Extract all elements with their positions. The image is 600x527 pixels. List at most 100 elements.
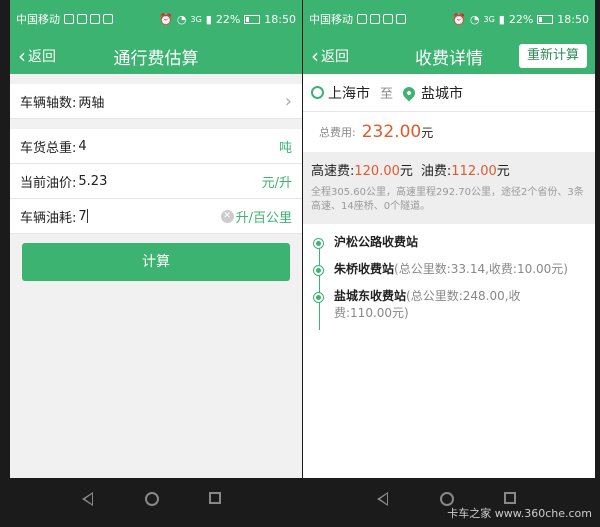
back-triangle-icon[interactable] bbox=[82, 492, 93, 506]
form-area: 车辆轴数: 两轴 › 车货总重: 4 吨 当前油价: 5.23 元/升 车辆油耗… bbox=[10, 74, 302, 478]
notification-icon bbox=[396, 14, 406, 24]
alarm-icon: ⏰ bbox=[159, 12, 173, 26]
page-title: 通行费估算 bbox=[113, 48, 199, 69]
total-weight-label: 车货总重: bbox=[20, 140, 77, 156]
station-name: 朱桥收费站 bbox=[334, 262, 395, 276]
route-description: 全程305.60公里，高速里程292.70公里，途径2个省份、3条高速、14座桥… bbox=[311, 187, 584, 212]
signal-icon: ▮ bbox=[205, 12, 212, 26]
recents-square-icon[interactable] bbox=[504, 492, 516, 504]
back-triangle-icon[interactable] bbox=[377, 492, 388, 506]
total-fee-label: 总费用: bbox=[319, 126, 356, 139]
route-to-word: 至 bbox=[380, 87, 394, 102]
page-title: 收费详情 bbox=[415, 48, 483, 69]
wifi-icon: ◔ bbox=[469, 12, 480, 26]
fuel-consumption-label: 车辆油耗: bbox=[20, 210, 77, 226]
total-fee-amount: 232.00 bbox=[361, 122, 422, 142]
android-navigation-bar: 卡车之家 www.360che.com bbox=[0, 478, 600, 527]
list-item: 盐城东收费站(总公里数:248.00,收费:110.00元) bbox=[313, 288, 595, 322]
axle-count-value: 两轴 bbox=[78, 95, 105, 111]
home-circle-icon[interactable] bbox=[440, 492, 454, 506]
notification-icon bbox=[103, 14, 113, 24]
origin-city: 上海市 bbox=[328, 85, 370, 102]
notification-icon bbox=[357, 14, 367, 24]
back-label: 返回 bbox=[321, 49, 349, 65]
chevron-left-icon: ‹ bbox=[311, 44, 319, 68]
alarm-icon: ⏰ bbox=[452, 12, 466, 26]
home-circle-icon[interactable] bbox=[145, 492, 159, 506]
back-label: 返回 bbox=[28, 49, 56, 65]
station-name: 盐城东收费站 bbox=[334, 289, 407, 303]
watermark: 卡车之家 www.360che.com bbox=[447, 507, 592, 520]
wifi-icon: ◔ bbox=[176, 12, 187, 26]
back-button[interactable]: ‹ 返回 bbox=[311, 38, 349, 74]
carrier-name: 中国移动 bbox=[16, 13, 60, 26]
list-item: 朱桥收费站(总公里数:33.14,收费:10.00元) bbox=[313, 261, 595, 278]
axle-count-label: 车辆轴数: bbox=[20, 95, 77, 111]
oil-fee-currency: 元 bbox=[496, 164, 510, 179]
chevron-right-icon: › bbox=[284, 90, 292, 112]
screen-toll-estimate: 中国移动 ⏰ ◔ 3G ▮ 22% 18:50 ‹ 返回 通行费估算 车辆轴数:… bbox=[10, 0, 302, 478]
nav-bar: ‹ 返回 收费详情 重新计算 bbox=[303, 38, 595, 74]
oil-price-unit: 元/升 bbox=[261, 175, 292, 191]
calculate-button[interactable]: 计算 bbox=[22, 243, 290, 281]
battery-percent: 22% bbox=[508, 12, 534, 26]
signal-icon: ▮ bbox=[498, 12, 505, 26]
notification-icons bbox=[64, 14, 113, 24]
back-button[interactable]: ‹ 返回 bbox=[18, 38, 56, 74]
total-weight-row: 车货总重: 4 吨 bbox=[10, 129, 302, 164]
location-pin-icon bbox=[400, 84, 418, 101]
network-type: 3G bbox=[483, 14, 495, 24]
battery-icon bbox=[244, 14, 261, 24]
notification-icon bbox=[90, 14, 100, 24]
oil-fee-label: 油费: bbox=[420, 164, 452, 179]
network-type: 3G bbox=[190, 14, 202, 24]
highway-fee-amount: 120.00 bbox=[354, 164, 400, 179]
text-cursor bbox=[86, 209, 88, 223]
station-dot-icon bbox=[313, 238, 324, 249]
battery-icon bbox=[537, 14, 554, 24]
oil-price-row: 当前油价: 5.23 元/升 bbox=[10, 164, 302, 199]
oil-fee-amount: 112.00 bbox=[451, 164, 497, 179]
total-weight-unit: 吨 bbox=[278, 140, 292, 156]
toll-station-list: 沪松公路收费站 朱桥收费站(总公里数:33.14,收费:10.00元) 盐城东收… bbox=[303, 224, 595, 330]
station-detail: (总公里数:33.14,收费:10.00元) bbox=[394, 262, 568, 276]
notification-icon bbox=[77, 14, 87, 24]
oil-price-label: 当前油价: bbox=[20, 175, 77, 191]
fuel-consumption-input[interactable]: 7 bbox=[78, 208, 88, 224]
highway-fee-currency: 元 bbox=[399, 164, 413, 179]
notification-icon bbox=[370, 14, 380, 24]
fuel-consumption-value: 7 bbox=[78, 208, 87, 224]
carrier-name: 中国移动 bbox=[309, 13, 353, 26]
total-fee-currency: 元 bbox=[421, 125, 434, 140]
clock: 18:50 bbox=[264, 12, 296, 26]
destination-city: 盐城市 bbox=[421, 85, 464, 102]
fuel-consumption-unit: 升/百公里 bbox=[235, 210, 292, 226]
status-bar: 中国移动 ⏰ ◔ 3G ▮ 22% 18:50 bbox=[303, 0, 595, 38]
fuel-consumption-row: 车辆油耗: 7 ✕ 升/百公里 bbox=[10, 199, 302, 234]
station-dot-icon bbox=[313, 292, 324, 303]
notification-icon bbox=[64, 14, 74, 24]
battery-percent: 22% bbox=[215, 12, 241, 26]
recalculate-button[interactable]: 重新计算 bbox=[518, 44, 587, 68]
fee-breakdown: 高速费: 120.00 元 油费: 112.00 元 全程305.60公里，高速… bbox=[303, 152, 595, 224]
axle-count-row[interactable]: 车辆轴数: 两轴 › bbox=[10, 84, 302, 119]
oil-price-input[interactable]: 5.23 bbox=[78, 174, 107, 189]
total-fee-row: 总费用: 232.00 元 bbox=[303, 112, 595, 152]
total-weight-input[interactable]: 4 bbox=[78, 139, 86, 154]
clock: 18:50 bbox=[557, 12, 589, 26]
station-name: 沪松公路收费站 bbox=[334, 235, 419, 249]
origin-icon bbox=[311, 86, 324, 99]
screen-fee-details: 中国移动 ⏰ ◔ 3G ▮ 22% 18:50 ‹ 返回 收费详情 重新计算 上… bbox=[303, 0, 595, 478]
list-item: 沪松公路收费站 bbox=[313, 234, 595, 251]
status-bar: 中国移动 ⏰ ◔ 3G ▮ 22% 18:50 bbox=[10, 0, 302, 38]
notification-icon bbox=[383, 14, 393, 24]
notification-icons bbox=[357, 14, 406, 24]
station-dot-icon bbox=[313, 265, 324, 276]
chevron-left-icon: ‹ bbox=[18, 44, 26, 68]
clear-icon[interactable]: ✕ bbox=[220, 209, 234, 223]
highway-fee-label: 高速费: bbox=[311, 164, 355, 179]
route-summary: 上海市 至 盐城市 bbox=[303, 74, 595, 112]
details-area: 上海市 至 盐城市 总费用: 232.00 元 高速费: 120.00 元 油费… bbox=[303, 74, 595, 478]
recents-square-icon[interactable] bbox=[209, 492, 221, 504]
nav-bar: ‹ 返回 通行费估算 bbox=[10, 38, 302, 74]
